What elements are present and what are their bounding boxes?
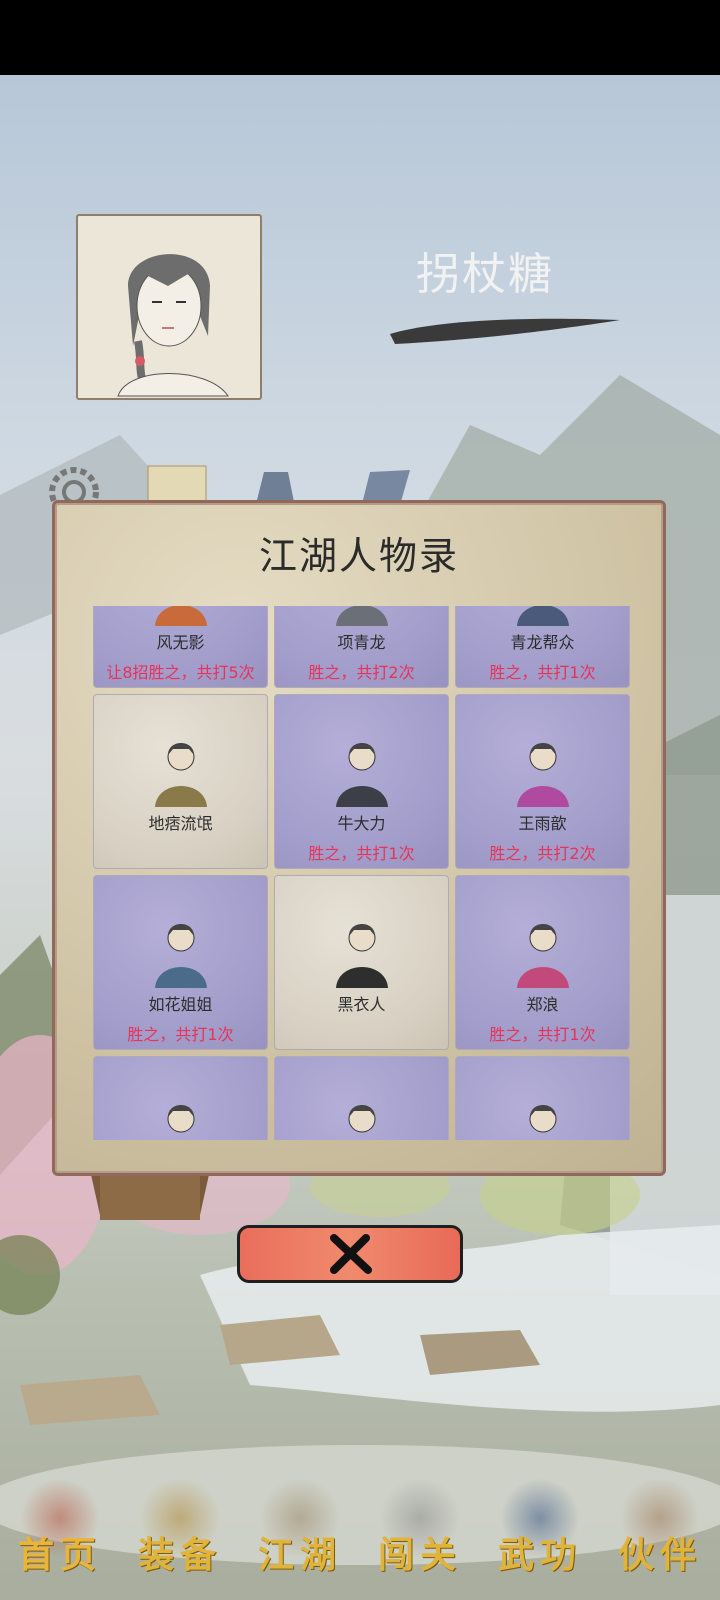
character-card[interactable]: 牛大力胜之，共打1次 (274, 694, 449, 869)
character-card[interactable]: 王雨歆胜之，共打2次 (455, 694, 630, 869)
character-card[interactable]: 风无影让8招胜之，共打5次 (93, 606, 268, 688)
nav-label: 江湖 (257, 1534, 342, 1576)
character-portrait-icon (529, 1105, 556, 1133)
character-card[interactable] (274, 1056, 449, 1140)
character-portrait-icon (335, 606, 388, 626)
character-card[interactable]: 如花姐姐胜之，共打1次 (93, 875, 268, 1050)
character-name: 郑浪 (526, 995, 559, 1014)
character-portrait-icon (348, 1105, 375, 1133)
character-name: 黑衣人 (337, 995, 386, 1014)
nav-label: 闯关 (377, 1534, 462, 1576)
character-name: 地痞流氓 (148, 814, 213, 833)
character-portrait-icon (154, 606, 207, 626)
character-record: 胜之，共打1次 (127, 1025, 234, 1044)
nav-label: 首页 (17, 1534, 102, 1576)
dialog-title: 江湖人物录 (258, 534, 459, 578)
character-card[interactable]: 青龙帮众胜之，共打1次 (455, 606, 630, 688)
nav-label: 装备 (137, 1534, 222, 1576)
character-portrait-icon (335, 743, 388, 807)
character-card[interactable]: 地痞流氓 (93, 694, 268, 869)
character-record: 胜之，共打1次 (308, 844, 415, 863)
character-card[interactable] (93, 1056, 268, 1140)
character-card[interactable]: 黑衣人 (274, 875, 449, 1050)
close-icon (330, 1234, 372, 1274)
player-name: 拐杖糖 (416, 249, 554, 300)
nav-label: 武功 (497, 1534, 582, 1576)
nav-item-2[interactable]: 江湖 (240, 1460, 360, 1600)
character-name: 风无影 (156, 633, 205, 652)
brush-stroke-decoration (390, 318, 620, 344)
bottom-navigation: 首页 装备 江湖 闯关 武功 伙伴 (0, 1460, 720, 1600)
character-portrait-icon (335, 924, 388, 988)
character-grid-viewport[interactable]: 风无影 让8招胜之，共打5次 项青龙 胜之，共打2次 青龙帮众 胜之，共打1次 地痞流氓 牛大… (93, 606, 630, 1140)
character-name: 青龙帮众 (510, 633, 575, 652)
character-portrait-icon (516, 743, 569, 807)
close-button[interactable] (237, 1225, 463, 1283)
nav-item-4[interactable]: 武功 (480, 1460, 600, 1600)
character-name: 牛大力 (337, 814, 386, 833)
nav-item-5[interactable]: 伙伴 (600, 1460, 720, 1600)
character-card[interactable]: 郑浪胜之，共打1次 (455, 875, 630, 1050)
character-record: 胜之，共打2次 (489, 844, 596, 863)
player-avatar[interactable] (76, 214, 262, 400)
character-name: 项青龙 (337, 633, 386, 652)
status-bar (0, 0, 720, 75)
nav-item-3[interactable]: 闯关 (360, 1460, 480, 1600)
character-portrait-icon (167, 1105, 194, 1133)
nav-item-0[interactable]: 首页 (0, 1460, 120, 1600)
character-portrait-icon (154, 743, 207, 807)
character-name: 如花姐姐 (148, 995, 213, 1014)
character-card[interactable]: 项青龙胜之，共打2次 (274, 606, 449, 688)
nav-label: 伙伴 (617, 1534, 702, 1576)
character-name: 王雨歆 (518, 814, 567, 833)
character-portrait-icon (516, 924, 569, 988)
character-record: 胜之，共打1次 (489, 663, 596, 682)
character-portrait-icon (516, 606, 569, 626)
character-record-dialog: 江湖人物录 风无影 让8招胜之，共打5次 项青龙 胜之，共打2次 青龙帮众 胜之，共打1次… (52, 500, 666, 1176)
character-record: 胜之，共打2次 (308, 663, 415, 682)
character-portrait-icon (154, 924, 207, 988)
character-record: 胜之，共打1次 (489, 1025, 596, 1044)
character-card[interactable] (455, 1056, 630, 1140)
character-record: 让8招胜之，共打5次 (106, 663, 255, 682)
nav-item-1[interactable]: 装备 (120, 1460, 240, 1600)
